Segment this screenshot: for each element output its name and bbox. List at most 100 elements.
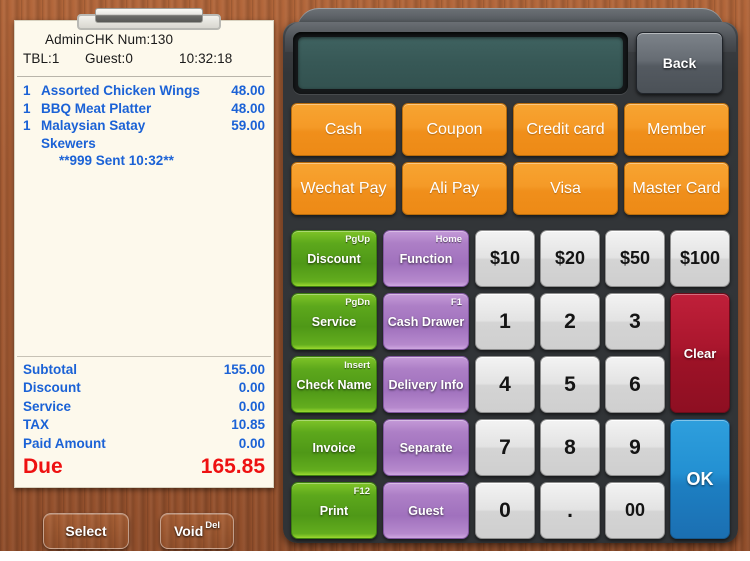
key-label: $100 bbox=[679, 248, 721, 268]
key-label: 0 bbox=[499, 498, 511, 522]
payment-button-visa[interactable]: Visa bbox=[513, 162, 618, 215]
item-name: Assorted Chicken Wings bbox=[41, 83, 200, 98]
key-7[interactable]: 7 bbox=[475, 419, 535, 476]
key-6[interactable]: 6 bbox=[605, 356, 665, 413]
key-label: 8 bbox=[564, 435, 576, 459]
tax-value: 10.85 bbox=[231, 417, 265, 432]
subtotal-label: Subtotal bbox=[23, 361, 77, 377]
payment-button-label: Master Card bbox=[632, 179, 721, 197]
list-item[interactable]: 1 BBQ Meat Platter 48.00 bbox=[23, 100, 265, 118]
subtotal-value: 155.00 bbox=[223, 361, 265, 377]
key-8[interactable]: 8 bbox=[540, 419, 600, 476]
list-item[interactable]: 1 Malaysian Satay Skewers 59.00 bbox=[23, 117, 265, 152]
numeric-keypad: $10 $20 $50 $100 1 2 3 Clear 4 5 6 7 8 9… bbox=[475, 230, 730, 539]
total-row-paid: Paid Amount 0.00 bbox=[23, 435, 265, 454]
key-label: 4 bbox=[499, 372, 511, 396]
key-label: 5 bbox=[564, 372, 576, 396]
payment-button-member[interactable]: Member bbox=[624, 103, 729, 156]
shortcut-label: F1 bbox=[450, 297, 462, 308]
discount-label: Discount bbox=[23, 380, 81, 395]
service-label: Service bbox=[23, 398, 72, 414]
key-2[interactable]: 2 bbox=[540, 293, 600, 350]
quick-cash-50[interactable]: $50 bbox=[605, 230, 665, 287]
item-amount: 48.00 bbox=[231, 83, 265, 98]
key-label: 7 bbox=[499, 435, 511, 459]
amount-display[interactable] bbox=[298, 37, 623, 89]
function-button-discount[interactable]: PgUp Discount bbox=[291, 230, 377, 287]
back-button[interactable]: Back bbox=[636, 32, 723, 94]
item-name: Malaysian Satay Skewers bbox=[41, 118, 146, 151]
function-button-label: Cash Drawer bbox=[387, 314, 465, 329]
function-button-invoice[interactable]: Invoice bbox=[291, 419, 377, 476]
key-decimal[interactable]: . bbox=[540, 482, 600, 539]
total-row-discount: Discount 0.00 bbox=[23, 379, 265, 398]
key-label: 6 bbox=[629, 372, 641, 396]
receipt-items-list[interactable]: 1 Assorted Chicken Wings 48.00 1 BBQ Mea… bbox=[15, 77, 273, 356]
key-double-zero[interactable]: 00 bbox=[605, 482, 665, 539]
payment-button-master-card[interactable]: Master Card bbox=[624, 162, 729, 215]
payment-button-cash[interactable]: Cash bbox=[291, 103, 396, 156]
quick-cash-100[interactable]: $100 bbox=[670, 230, 730, 287]
function-button-function[interactable]: Home Function bbox=[383, 230, 469, 287]
quick-cash-20[interactable]: $20 bbox=[540, 230, 600, 287]
function-button-check-name[interactable]: Insert Check Name bbox=[291, 356, 377, 413]
select-button-label: Select bbox=[65, 523, 107, 539]
payment-button-label: Visa bbox=[550, 179, 581, 197]
receipt-time: 10:32:18 bbox=[179, 51, 233, 66]
shortcut-label: Home bbox=[435, 234, 462, 245]
function-button-label: Discount bbox=[307, 251, 361, 266]
payment-button-credit-card[interactable]: Credit card bbox=[513, 103, 618, 156]
paid-amount-value: 0.00 bbox=[238, 435, 265, 451]
key-label: $20 bbox=[554, 248, 586, 268]
payment-button-label: Wechat Pay bbox=[300, 179, 387, 197]
key-label: . bbox=[567, 498, 573, 522]
key-9[interactable]: 9 bbox=[605, 419, 665, 476]
key-3[interactable]: 3 bbox=[605, 293, 665, 350]
receipt-user: Admin bbox=[45, 32, 84, 47]
receipt-table: TBL:1 bbox=[23, 51, 60, 66]
payment-button-label: Cash bbox=[324, 120, 363, 138]
key-4[interactable]: 4 bbox=[475, 356, 535, 413]
payment-button-ali-pay[interactable]: Ali Pay bbox=[402, 162, 507, 215]
pos-screen: Admin CHK Num:130 TBL:1 Guest:0 10:32:18… bbox=[0, 0, 750, 561]
select-button[interactable]: Select bbox=[43, 513, 129, 549]
item-amount: 59.00 bbox=[231, 118, 265, 133]
payment-button-wechat-pay[interactable]: Wechat Pay bbox=[291, 162, 396, 215]
function-button-label: Check Name bbox=[296, 377, 372, 392]
void-shortcut-label: Del bbox=[205, 519, 221, 531]
ok-button[interactable]: OK bbox=[670, 419, 730, 539]
order-sent-note: **999 Sent 10:32** bbox=[59, 153, 174, 168]
shortcut-label: PgDn bbox=[345, 297, 370, 308]
shortcut-label: Insert bbox=[344, 360, 370, 371]
void-button[interactable]: Void Del bbox=[160, 513, 234, 549]
item-qty: 1 bbox=[23, 100, 31, 116]
receipt-totals: Subtotal 155.00 Discount 0.00 Service 0.… bbox=[15, 357, 273, 488]
due-label: Due bbox=[23, 455, 63, 478]
total-row-service: Service 0.00 bbox=[23, 398, 265, 417]
function-button-label: Delivery Info bbox=[388, 377, 464, 392]
key-5[interactable]: 5 bbox=[540, 356, 600, 413]
payment-button-label: Ali Pay bbox=[429, 179, 480, 197]
clear-button[interactable]: Clear bbox=[670, 293, 730, 413]
function-button-cash-drawer[interactable]: F1 Cash Drawer bbox=[383, 293, 469, 350]
quick-cash-10[interactable]: $10 bbox=[475, 230, 535, 287]
key-label: 9 bbox=[629, 435, 641, 459]
function-buttons-grid: PgUp Discount Home Function PgDn Service… bbox=[291, 230, 469, 539]
key-0[interactable]: 0 bbox=[475, 482, 535, 539]
function-button-separate[interactable]: Separate bbox=[383, 419, 469, 476]
function-button-service[interactable]: PgDn Service bbox=[291, 293, 377, 350]
function-button-label: Guest bbox=[408, 503, 444, 518]
key-label: 2 bbox=[564, 309, 576, 333]
void-button-label: Void bbox=[173, 523, 204, 539]
total-row-due: Due 165.85 bbox=[23, 454, 265, 480]
key-1[interactable]: 1 bbox=[475, 293, 535, 350]
service-value: 0.00 bbox=[238, 398, 265, 414]
function-button-delivery-info[interactable]: Delivery Info bbox=[383, 356, 469, 413]
function-button-print[interactable]: F12 Print bbox=[291, 482, 377, 539]
ok-button-label: OK bbox=[686, 468, 714, 489]
list-item[interactable]: 1 Assorted Chicken Wings 48.00 bbox=[23, 82, 265, 100]
payment-button-coupon[interactable]: Coupon bbox=[402, 103, 507, 156]
clipboard-clip-icon bbox=[77, 8, 221, 30]
keypad-panel: Back Cash Coupon Credit card Member Wech… bbox=[283, 8, 738, 543]
function-button-guest[interactable]: Guest bbox=[383, 482, 469, 539]
